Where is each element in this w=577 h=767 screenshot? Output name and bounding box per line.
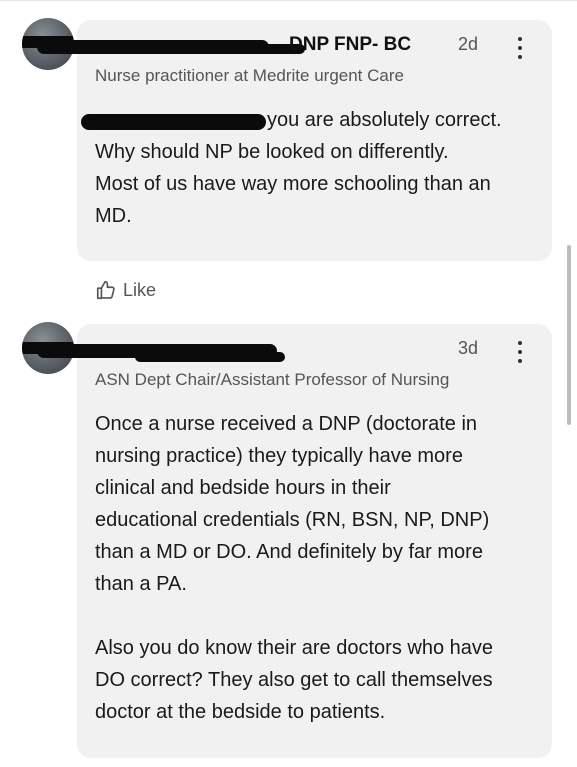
like-button[interactable]: Like [95,276,156,304]
name-redaction [185,44,305,54]
author-name[interactable]: DNP FNP- BC [289,34,411,56]
name-redaction [135,352,285,362]
thumbs-up-icon [96,280,115,300]
author-headline: ASN Dept Chair/Assistant Professor of Nu… [95,370,450,389]
like-label[interactable]: Like [123,280,156,301]
author-headline: Nurse practitioner at Medrite urgent Car… [95,66,404,85]
comment-card: 3d ASN Dept Chair/Assistant Professor of… [37,324,552,758]
comment-body: Once a nurse received a DNP (doctorate i… [95,413,493,723]
comment-card: DNP FNP- BC 2d Nurse practitioner at Med… [37,20,552,261]
more-vertical-icon[interactable] [511,339,529,365]
top-divider [0,0,577,1]
scrollbar[interactable] [567,245,571,425]
mention-text: you are absolutely correct. [267,109,502,131]
mention-redaction [81,114,266,130]
more-vertical-icon[interactable] [511,35,529,61]
timestamp: 3d [458,338,479,358]
comment-body: Why should NP be looked on differently. … [95,141,491,227]
timestamp: 2d [458,34,479,54]
